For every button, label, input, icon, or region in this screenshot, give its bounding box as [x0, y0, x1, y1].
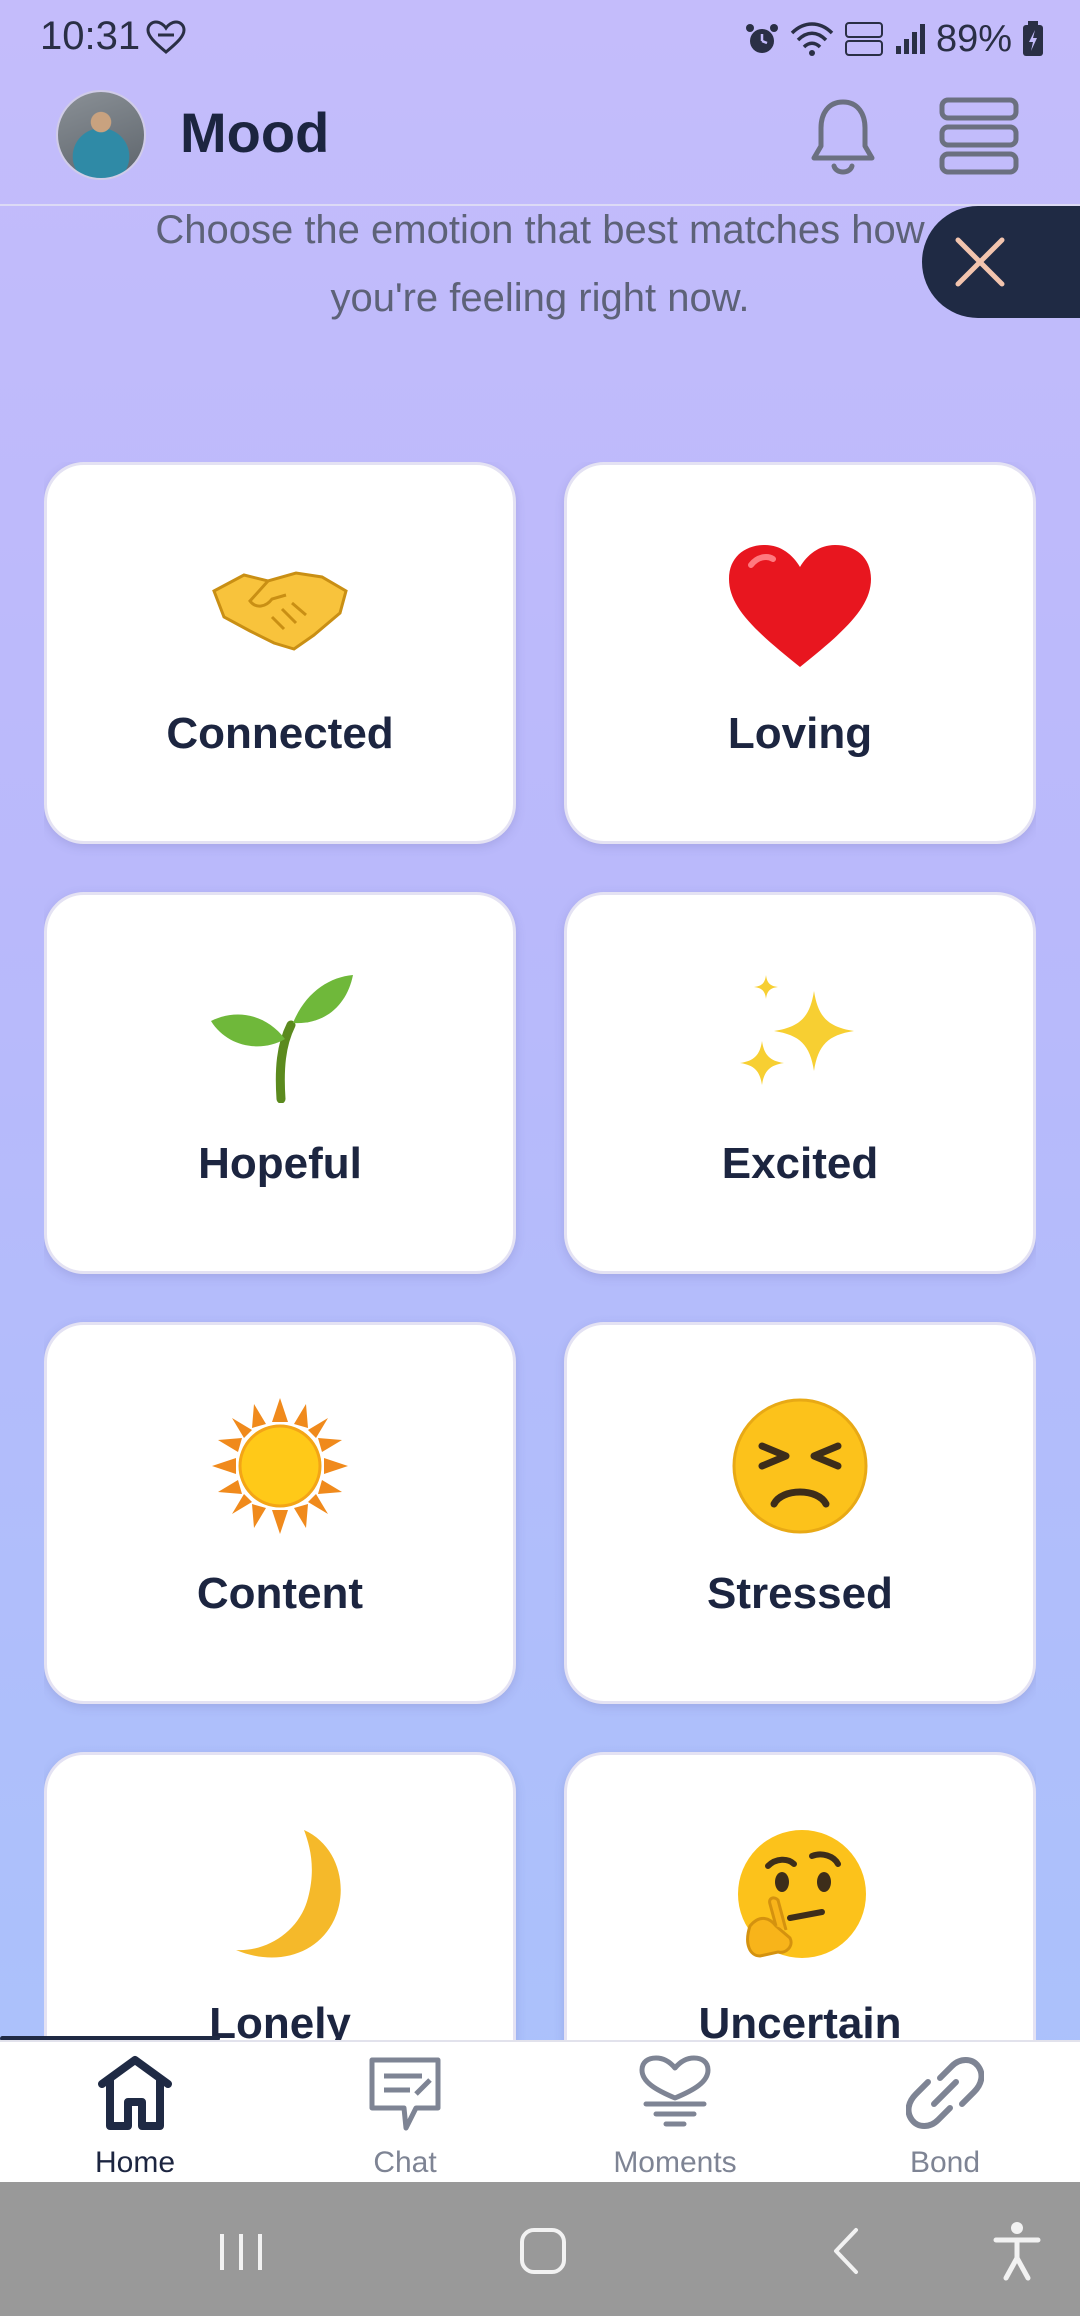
status-time: 10:31: [40, 14, 141, 58]
nav-label-moments: Moments: [613, 2146, 737, 2179]
app-header: Mood: [0, 80, 1080, 206]
mood-card-hopeful[interactable]: Hopeful: [44, 892, 516, 1274]
mood-grid: Connected Loving Hopeful Excited Content…: [44, 462, 1036, 2040]
wifi-icon: [790, 22, 834, 56]
mood-label-hopeful: Hopeful: [198, 1139, 362, 1188]
mood-label-loving: Loving: [727, 709, 873, 758]
sparkles-emoji: [725, 971, 875, 1101]
thinking-face-emoji: [725, 1830, 875, 1961]
mood-card-connected[interactable]: Connected: [44, 462, 516, 844]
nav-label-bond: Bond: [909, 2146, 981, 2179]
chat-icon: [369, 2057, 441, 2131]
accessibility-icon[interactable]: [982, 2218, 1052, 2284]
mood-card-lonely[interactable]: Lonely: [44, 1752, 516, 2040]
nav-item-home[interactable]: Home: [0, 2042, 270, 2184]
recent-apps-icon[interactable]: [206, 2218, 276, 2284]
bottom-nav: Home Chat Moments Bond: [0, 2040, 1080, 2182]
menu-icon[interactable]: [938, 96, 1020, 176]
mood-prompt: Choose the emotion that best matches how…: [40, 196, 1040, 332]
mood-label-stressed: Stressed: [707, 1569, 893, 1618]
mood-card-excited[interactable]: Excited: [564, 892, 1036, 1274]
battery-icon: [1023, 21, 1043, 56]
page-title: Mood: [180, 101, 330, 164]
back-icon[interactable]: [812, 2218, 882, 2284]
mood-label-uncertain: Uncertain: [698, 1999, 902, 2040]
status-indicators: 89%: [744, 14, 1044, 64]
volte-icon: [844, 22, 883, 56]
signal-icon: [895, 24, 925, 54]
mood-prompt-line2: you're feeling right now.: [330, 276, 750, 320]
moments-heart-icon: [639, 2055, 711, 2127]
mood-label-lonely: Lonely: [209, 1999, 351, 2040]
nav-item-moments[interactable]: Moments: [540, 2042, 810, 2184]
system-nav-bar: [0, 2182, 1080, 2316]
mood-card-loving[interactable]: Loving: [564, 462, 1036, 844]
nav-label-chat: Chat: [373, 2146, 437, 2179]
mood-card-content[interactable]: Content: [44, 1322, 516, 1704]
persevering-face-emoji: [725, 1398, 875, 1534]
alarm-icon: [745, 24, 778, 53]
close-button[interactable]: [922, 206, 1080, 318]
nav-label-home: Home: [94, 2146, 176, 2179]
seedling-emoji: [205, 971, 355, 1103]
heart-status-icon: [146, 20, 186, 54]
status-bar: 10:31 89%: [0, 0, 1080, 80]
mood-label-excited: Excited: [721, 1139, 879, 1188]
handshake-emoji: [205, 541, 355, 671]
sun-emoji: [205, 1398, 355, 1534]
mood-prompt-line1: Choose the emotion that best matches how: [155, 208, 925, 252]
mood-card-stressed[interactable]: Stressed: [564, 1322, 1036, 1704]
nav-item-chat[interactable]: Chat: [270, 2042, 540, 2184]
mood-card-uncertain[interactable]: Uncertain: [564, 1752, 1036, 2040]
nav-item-bond[interactable]: Bond: [810, 2042, 1080, 2184]
battery-percent: 89%: [935, 17, 1012, 60]
avatar[interactable]: [56, 90, 146, 180]
home-system-icon[interactable]: [508, 2218, 578, 2284]
home-icon: [98, 2056, 172, 2130]
mood-label-connected: Connected: [166, 709, 394, 758]
bell-icon[interactable]: [806, 94, 880, 178]
close-icon: [955, 237, 1005, 287]
mood-label-content: Content: [196, 1569, 364, 1618]
crescent-moon-emoji: [205, 1830, 355, 1961]
red-heart-emoji: [725, 541, 875, 671]
link-icon: [906, 2057, 984, 2129]
